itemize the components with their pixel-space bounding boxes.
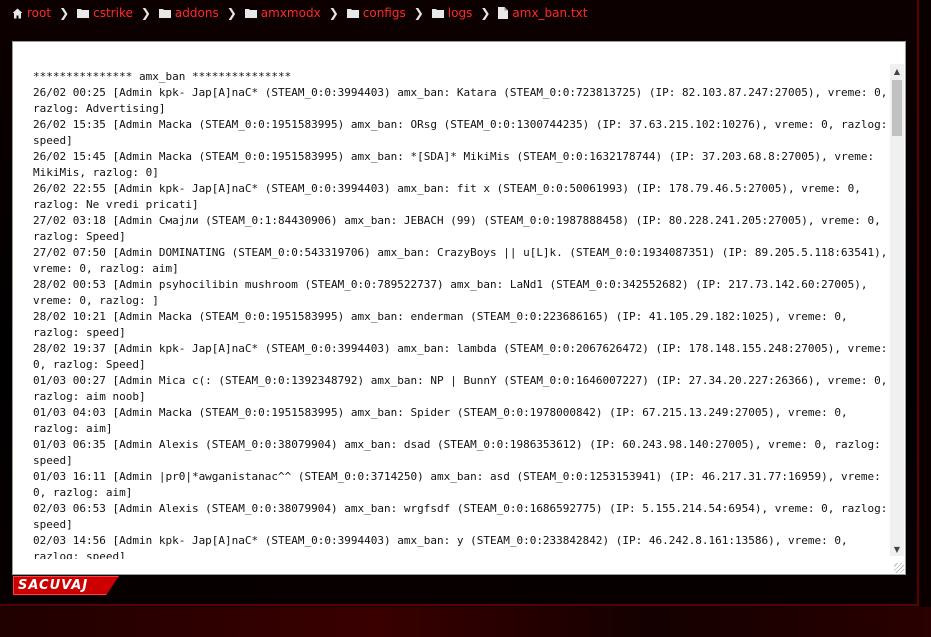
- breadcrumb-label: cstrike: [93, 6, 133, 20]
- breadcrumb-label: configs: [362, 6, 406, 20]
- chevron-right-icon: ❯: [140, 6, 151, 20]
- breadcrumb-file[interactable]: amx_ban.txt: [498, 6, 587, 20]
- folder-icon: [77, 9, 90, 18]
- breadcrumb-label: amxmodx: [260, 6, 321, 20]
- chevron-right-icon: ❯: [59, 6, 70, 20]
- scroll-up-icon[interactable]: ▲: [890, 64, 904, 78]
- breadcrumb: root ❯ cstrike ❯ addons ❯ amxmodx ❯ conf…: [12, 5, 587, 21]
- chevron-right-icon: ❯: [413, 6, 424, 20]
- scroll-thumb[interactable]: [892, 80, 902, 136]
- background-decoration: [0, 607, 931, 637]
- folder-icon: [244, 9, 257, 18]
- breadcrumb-configs[interactable]: configs: [346, 6, 406, 20]
- breadcrumb-label: amx_ban.txt: [512, 6, 588, 20]
- resize-grip-icon[interactable]: [894, 563, 904, 573]
- breadcrumb-label: root: [27, 6, 52, 20]
- breadcrumb-logs[interactable]: logs: [431, 6, 473, 20]
- breadcrumb-label: logs: [447, 6, 473, 20]
- vertical-scrollbar[interactable]: ▲ ▼: [890, 64, 904, 556]
- breadcrumb-addons[interactable]: addons: [158, 6, 219, 20]
- breadcrumb-label: addons: [174, 6, 219, 20]
- breadcrumb-cstrike[interactable]: cstrike: [77, 6, 133, 20]
- folder-icon: [346, 9, 359, 18]
- chevron-right-icon: ❯: [328, 6, 339, 20]
- chevron-right-icon: ❯: [480, 6, 491, 20]
- scroll-down-icon[interactable]: ▼: [890, 542, 904, 556]
- chevron-right-icon: ❯: [226, 6, 237, 20]
- home-icon: [12, 8, 23, 18]
- folder-icon: [431, 9, 444, 18]
- file-icon: [498, 7, 509, 19]
- breadcrumb-root[interactable]: root: [12, 6, 51, 20]
- save-button[interactable]: SACUVAJ: [13, 576, 119, 595]
- breadcrumb-amxmodx[interactable]: amxmodx: [244, 6, 321, 20]
- file-content[interactable]: *************** amx_ban *************** …: [33, 69, 889, 559]
- file-viewer: *************** amx_ban *************** …: [12, 41, 906, 575]
- folder-icon: [158, 9, 171, 18]
